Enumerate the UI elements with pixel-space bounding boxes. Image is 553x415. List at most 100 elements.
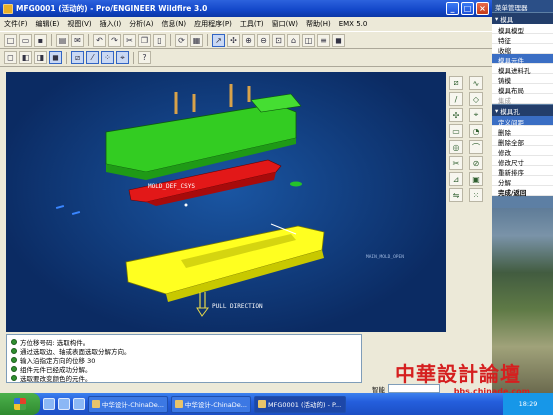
datum-planes-icon[interactable]: ⧄ — [71, 51, 84, 64]
round-tool-icon[interactable]: ⌒ — [469, 140, 483, 154]
wireframe-icon[interactable]: ◻ — [4, 51, 17, 64]
menu-item-reorder[interactable]: 重新排序 — [492, 166, 553, 177]
hole-tool-icon[interactable]: ◎ — [449, 140, 463, 154]
cut-icon[interactable]: ✂ — [123, 33, 136, 47]
info-icon — [11, 356, 17, 363]
toolbar-separator — [207, 34, 208, 46]
menu-item-delete-all[interactable]: 删除全部 — [492, 136, 553, 147]
reorient-icon[interactable]: ⌂ — [287, 33, 300, 47]
lower-mold-part — [125, 223, 325, 302]
menu-insert[interactable]: 插入(I) — [100, 19, 122, 29]
quick-launch-browser-icon[interactable] — [43, 398, 55, 410]
extrude-tool-icon[interactable]: ▭ — [449, 124, 463, 138]
menu-emx[interactable]: EMX 5.0 — [339, 20, 368, 28]
mirror-tool-icon[interactable]: ⇋ — [449, 188, 463, 202]
clock: 18:29 — [518, 400, 538, 408]
graphics-viewport[interactable]: MOLD_DEF_CSYS PULL DIRECTION MAIN_MOLD_O… — [6, 72, 446, 332]
taskbar-item-browser-2[interactable]: 中华设计-ChinaDe... — [171, 395, 251, 413]
point-tool-icon[interactable]: ✣ — [449, 108, 463, 122]
menu-item-done-return[interactable]: 完成/返回 — [492, 186, 553, 197]
datum-axis-tool-icon[interactable]: / — [449, 92, 463, 106]
shading-icon[interactable]: ◼ — [332, 33, 345, 47]
undo-icon[interactable]: ↶ — [93, 33, 106, 47]
draft-tool-icon[interactable]: ⊿ — [449, 172, 463, 186]
menu-item-define-step[interactable]: 定义间距 — [492, 116, 553, 127]
open-file-icon[interactable]: ▭ — [19, 33, 32, 47]
email-icon[interactable]: ✉ — [71, 33, 84, 47]
menu-item-mold-layout[interactable]: 模具布局 — [492, 84, 553, 95]
print-icon[interactable]: ▤ — [56, 33, 69, 47]
new-file-icon[interactable]: □ — [4, 33, 17, 47]
close-button[interactable]: × — [476, 2, 489, 15]
paste-icon[interactable]: ▯ — [153, 33, 166, 47]
layers-icon[interactable]: ≡ — [317, 33, 330, 47]
csys-icon[interactable]: ⌖ — [116, 51, 129, 64]
window-title: MFG0001 (活动的) - Pro/ENGINEER Wildfire 3.… — [16, 4, 208, 13]
menu-item-integrate: 集成 — [492, 94, 553, 105]
menu-bar: 文件(F) 编辑(E) 视图(V) 插入(I) 分析(A) 信息(N) 应用程序… — [0, 17, 492, 31]
display-toolbar: ◻ ◧ ◨ ◼ ⧄ ⁄ ⁘ ⌖ ? — [0, 49, 492, 67]
split-tool-icon[interactable]: ✂ — [449, 156, 463, 170]
menu-file[interactable]: 文件(F) — [4, 19, 28, 29]
menu-info[interactable]: 信息(N) — [161, 19, 186, 29]
menu-item-mold-model[interactable]: 模具模型 — [492, 24, 553, 35]
revolve-tool-icon[interactable]: ◔ — [469, 124, 483, 138]
pattern-tool-icon[interactable]: ⁙ — [469, 188, 483, 202]
datum-points-icon[interactable]: ⁘ — [101, 51, 114, 64]
refit-icon[interactable]: ⊡ — [272, 33, 285, 47]
info-icon — [11, 365, 17, 372]
mold-assembly-graphic: MOLD_DEF_CSYS PULL DIRECTION MAIN_MOLD_O… — [55, 84, 404, 317]
minimize-button[interactable]: _ — [446, 2, 459, 15]
shade-display-icon[interactable]: ◼ — [49, 51, 62, 64]
save-icon[interactable]: ▪ — [34, 33, 47, 47]
menu-view[interactable]: 视图(V) — [67, 19, 91, 29]
menu-item-modify-dims[interactable]: 修改尺寸 — [492, 156, 553, 167]
menu-tools[interactable]: 工具(T) — [240, 19, 264, 29]
quick-launch-media-icon[interactable] — [73, 398, 85, 410]
regenerate-icon[interactable]: ⟳ — [175, 33, 188, 47]
datum-plane-tool-icon[interactable]: ⧄ — [449, 76, 463, 90]
no-hidden-icon[interactable]: ◨ — [34, 51, 47, 64]
menu-item-shrinkage[interactable]: 收缩 — [492, 44, 553, 55]
whats-this-icon[interactable]: ? — [138, 51, 151, 64]
mold-section-header[interactable]: ▾ 模具 — [492, 13, 553, 24]
quick-launch-desktop-icon[interactable] — [58, 398, 70, 410]
browser-icon — [175, 400, 183, 408]
menu-item-delete[interactable]: 删除 — [492, 126, 553, 137]
menu-applications[interactable]: 应用程序(P) — [194, 19, 232, 29]
sketch-tool-icon[interactable]: ∿ — [469, 76, 483, 90]
spin-icon[interactable]: ✣ — [227, 33, 240, 47]
menu-item-explode[interactable]: 分解 — [492, 176, 553, 187]
shell-tool-icon[interactable]: ▣ — [469, 172, 483, 186]
taskbar-item-proe[interactable]: MFG0001 (活动的) - P... — [254, 395, 346, 413]
menu-item-casting[interactable]: 铸模 — [492, 74, 553, 85]
datum-axes-icon[interactable]: ⁄ — [86, 51, 99, 64]
redo-icon[interactable]: ↷ — [108, 33, 121, 47]
info-icon — [11, 347, 17, 354]
maximize-button[interactable]: □ — [461, 2, 474, 15]
menu-item-mold-opening[interactable]: 模具进料孔 — [492, 64, 553, 75]
trim-tool-icon[interactable]: ⊘ — [469, 156, 483, 170]
start-button[interactable] — [0, 393, 40, 415]
menu-item-feature[interactable]: 特征 — [492, 34, 553, 45]
menu-item-mold-component[interactable]: 模具元件 — [492, 54, 553, 65]
menu-analysis[interactable]: 分析(A) — [129, 19, 153, 29]
orient-icon[interactable]: ↗ — [212, 33, 225, 47]
browser-icon — [92, 400, 100, 408]
saved-views-icon[interactable]: ◫ — [302, 33, 315, 47]
zoom-in-icon[interactable]: ⊕ — [242, 33, 255, 47]
zoom-out-icon[interactable]: ⊖ — [257, 33, 270, 47]
menu-window[interactable]: 窗口(W) — [272, 19, 298, 29]
taskbar-item-browser-1[interactable]: 中华设计-ChinaDe... — [88, 395, 168, 413]
menu-help[interactable]: 帮助(H) — [306, 19, 331, 29]
copy-icon[interactable]: ❐ — [138, 33, 151, 47]
windows-logo-icon — [14, 398, 26, 410]
curve-tool-icon[interactable]: ◇ — [469, 92, 483, 106]
info-icon — [11, 374, 17, 381]
csys-tool-icon[interactable]: ⌖ — [469, 108, 483, 122]
hidden-line-icon[interactable]: ◧ — [19, 51, 32, 64]
mold-hole-section-header[interactable]: ▾ 模具孔 — [492, 105, 553, 116]
menu-item-modify[interactable]: 修改 — [492, 146, 553, 157]
menu-edit[interactable]: 编辑(E) — [36, 19, 60, 29]
select-icon[interactable]: ▦ — [190, 33, 203, 47]
